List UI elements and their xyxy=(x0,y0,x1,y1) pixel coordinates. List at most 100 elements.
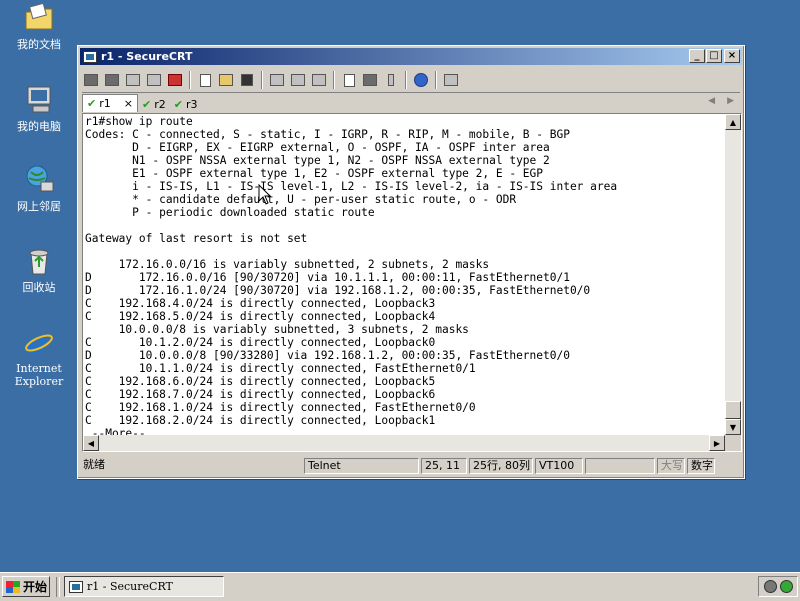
session-tabs: ✔ r1 × ✔ r2 ✔ r3 ◀ ▶ xyxy=(82,94,740,112)
connected-check-icon: ✔ xyxy=(173,97,183,111)
tab-label: r2 xyxy=(154,97,166,111)
session-options-icon[interactable] xyxy=(340,71,358,89)
terminal-line: C 10.1.1.0/24 is directly connected, Fas… xyxy=(85,362,476,375)
terminal-line: D - EIGRP, EX - EIGRP external, O - OSPF… xyxy=(85,141,550,154)
system-tray xyxy=(758,576,798,597)
desktop-icon-label: 回收站 xyxy=(22,281,56,294)
tray-volume-icon[interactable] xyxy=(763,580,777,593)
tab-r1[interactable]: ✔ r1 × xyxy=(82,94,138,112)
printer-icon[interactable] xyxy=(310,71,328,89)
terminal-line: C 192.168.1.0/24 is directly connected, … xyxy=(85,401,476,414)
toolbar-separator xyxy=(405,71,407,89)
status-bar: 就绪 Telnet 25, 11 25行, 80列 VT100 大写 数字 xyxy=(80,456,742,476)
scroll-down-button[interactable]: ▼ xyxy=(725,419,741,435)
start-button[interactable]: 开始 xyxy=(2,576,50,597)
taskbar-securecrt-button[interactable]: r1 - SecureCRT xyxy=(64,576,224,597)
terminal-line: C 192.168.4.0/24 is directly connected, … xyxy=(85,297,436,310)
recycle-bin-icon xyxy=(23,245,55,277)
tray-network-icon[interactable] xyxy=(779,580,793,593)
scroll-left-button[interactable]: ◀ xyxy=(83,435,99,451)
terminal-line: N1 - OSPF NSSA external type 1, N2 - OSP… xyxy=(85,154,550,167)
toolbar-separator xyxy=(189,71,191,89)
close-button[interactable]: × xyxy=(724,49,740,63)
desktop-icon-my-computer[interactable]: 我的电脑 xyxy=(0,84,78,133)
my-documents-icon xyxy=(23,2,55,34)
terminal-area[interactable]: r1#show ip route Codes: C - connected, S … xyxy=(82,113,742,452)
desktop-icon-label: Internet Explorer xyxy=(14,362,64,388)
disconnect-icon[interactable] xyxy=(166,71,184,89)
desktop-icon-network-places[interactable]: 网上邻居 xyxy=(0,164,78,213)
print-icon[interactable] xyxy=(268,71,286,89)
toolbar-separator xyxy=(333,71,335,89)
toolbar-separator xyxy=(435,71,437,89)
terminal-line: P - periodic downloaded static route xyxy=(85,206,375,219)
connected-check-icon: ✔ xyxy=(141,97,152,111)
maximize-button[interactable]: □ xyxy=(706,49,722,63)
toolbar xyxy=(82,68,740,93)
horizontal-scrollbar[interactable]: ◀ ▶ xyxy=(83,435,725,451)
tab-close-icon[interactable]: × xyxy=(124,97,133,110)
terminal-line: 172.16.0.0/16 is variably subnetted, 2 s… xyxy=(85,258,490,271)
window-title: r1 - SecureCRT xyxy=(101,50,193,63)
scroll-right-button[interactable]: ▶ xyxy=(709,435,725,451)
mouse-pointer-icon xyxy=(258,184,272,205)
securecrt-app-icon xyxy=(83,50,97,63)
taskbar-separator xyxy=(56,577,60,597)
status-terminal-size: 25行, 80列 xyxy=(469,458,533,474)
copy-icon[interactable] xyxy=(196,71,214,89)
connect-in-tab-icon[interactable] xyxy=(124,71,142,89)
status-emulation: VT100 xyxy=(535,458,583,474)
tab-label: r1 xyxy=(99,97,111,110)
securecrt-window: r1 - SecureCRT _ □ × ✔ r1 × ✔ r2 ✔ r3 ◀ … xyxy=(77,45,745,479)
start-label: 开始 xyxy=(23,580,48,594)
find-icon[interactable] xyxy=(238,71,256,89)
terminal-output[interactable]: r1#show ip route Codes: C - connected, S … xyxy=(85,115,725,435)
vertical-scrollbar[interactable]: ▲ ▼ xyxy=(725,114,741,435)
reconnect-icon[interactable] xyxy=(145,71,163,89)
title-bar[interactable]: r1 - SecureCRT _ □ × xyxy=(80,48,742,65)
keymap-icon[interactable] xyxy=(382,71,400,89)
quick-connect-icon[interactable] xyxy=(103,71,121,89)
terminal-line: 10.0.0.0/8 is variably subnetted, 3 subn… xyxy=(85,323,469,336)
desktop-icon-internet-explorer[interactable]: e Internet Explorer xyxy=(0,326,78,388)
windows-logo-icon xyxy=(6,580,20,593)
tab-scroll-right-icon[interactable]: ▶ xyxy=(727,96,734,106)
terminal-line: D 172.16.1.0/24 [90/30720] via 192.168.1… xyxy=(85,284,591,297)
status-protocol: Telnet xyxy=(304,458,419,474)
status-cursor-position: 25, 11 xyxy=(421,458,467,474)
status-ready: 就绪 xyxy=(83,458,105,471)
toolbar-separator xyxy=(261,71,263,89)
status-caps-lock: 大写 xyxy=(657,458,685,474)
terminal-line: Gateway of last resort is not set xyxy=(85,232,308,245)
terminal-line: D 10.0.0.0/8 [90/33280] via 192.168.1.2,… xyxy=(85,349,570,362)
global-options-icon[interactable] xyxy=(361,71,379,89)
task-label: r1 - SecureCRT xyxy=(87,580,173,593)
desktop-icon-recycle-bin[interactable]: 回收站 xyxy=(0,245,78,294)
tab-r2[interactable]: ✔ r2 xyxy=(138,96,170,112)
desktop-icon-my-documents[interactable]: 我的文档 xyxy=(0,2,78,51)
terminal-line: Codes: C - connected, S - static, I - IG… xyxy=(85,128,570,141)
taskbar: 开始 r1 - SecureCRT xyxy=(0,572,800,601)
connect-icon[interactable] xyxy=(82,71,100,89)
network-places-icon xyxy=(23,164,55,196)
terminal-line: C 192.168.5.0/24 is directly connected, … xyxy=(85,310,436,323)
terminal-line: * - candidate default, U - per-user stat… xyxy=(85,193,517,206)
scroll-up-button[interactable]: ▲ xyxy=(725,114,741,130)
tab-r3[interactable]: ✔ r3 xyxy=(170,96,202,112)
help-icon[interactable] xyxy=(412,71,430,89)
tab-scroll-left-icon[interactable]: ◀ xyxy=(708,96,715,106)
securecrt-taskbar-icon xyxy=(69,580,83,593)
terminal-line: i - IS-IS, L1 - IS-IS level-1, L2 - IS-I… xyxy=(85,180,618,193)
scroll-thumb[interactable] xyxy=(725,401,741,419)
tab-label: r3 xyxy=(185,97,198,111)
desktop-icon-label: 我的电脑 xyxy=(17,120,61,133)
minimize-button[interactable]: _ xyxy=(689,49,705,63)
print-selection-icon[interactable] xyxy=(289,71,307,89)
terminal-line: r1#show ip route xyxy=(85,115,193,128)
desktop-icon-label: 我的文档 xyxy=(17,38,61,51)
sftp-icon[interactable] xyxy=(442,71,460,89)
terminal-line: C 192.168.2.0/24 is directly connected, … xyxy=(85,414,436,427)
paste-icon[interactable] xyxy=(217,71,235,89)
